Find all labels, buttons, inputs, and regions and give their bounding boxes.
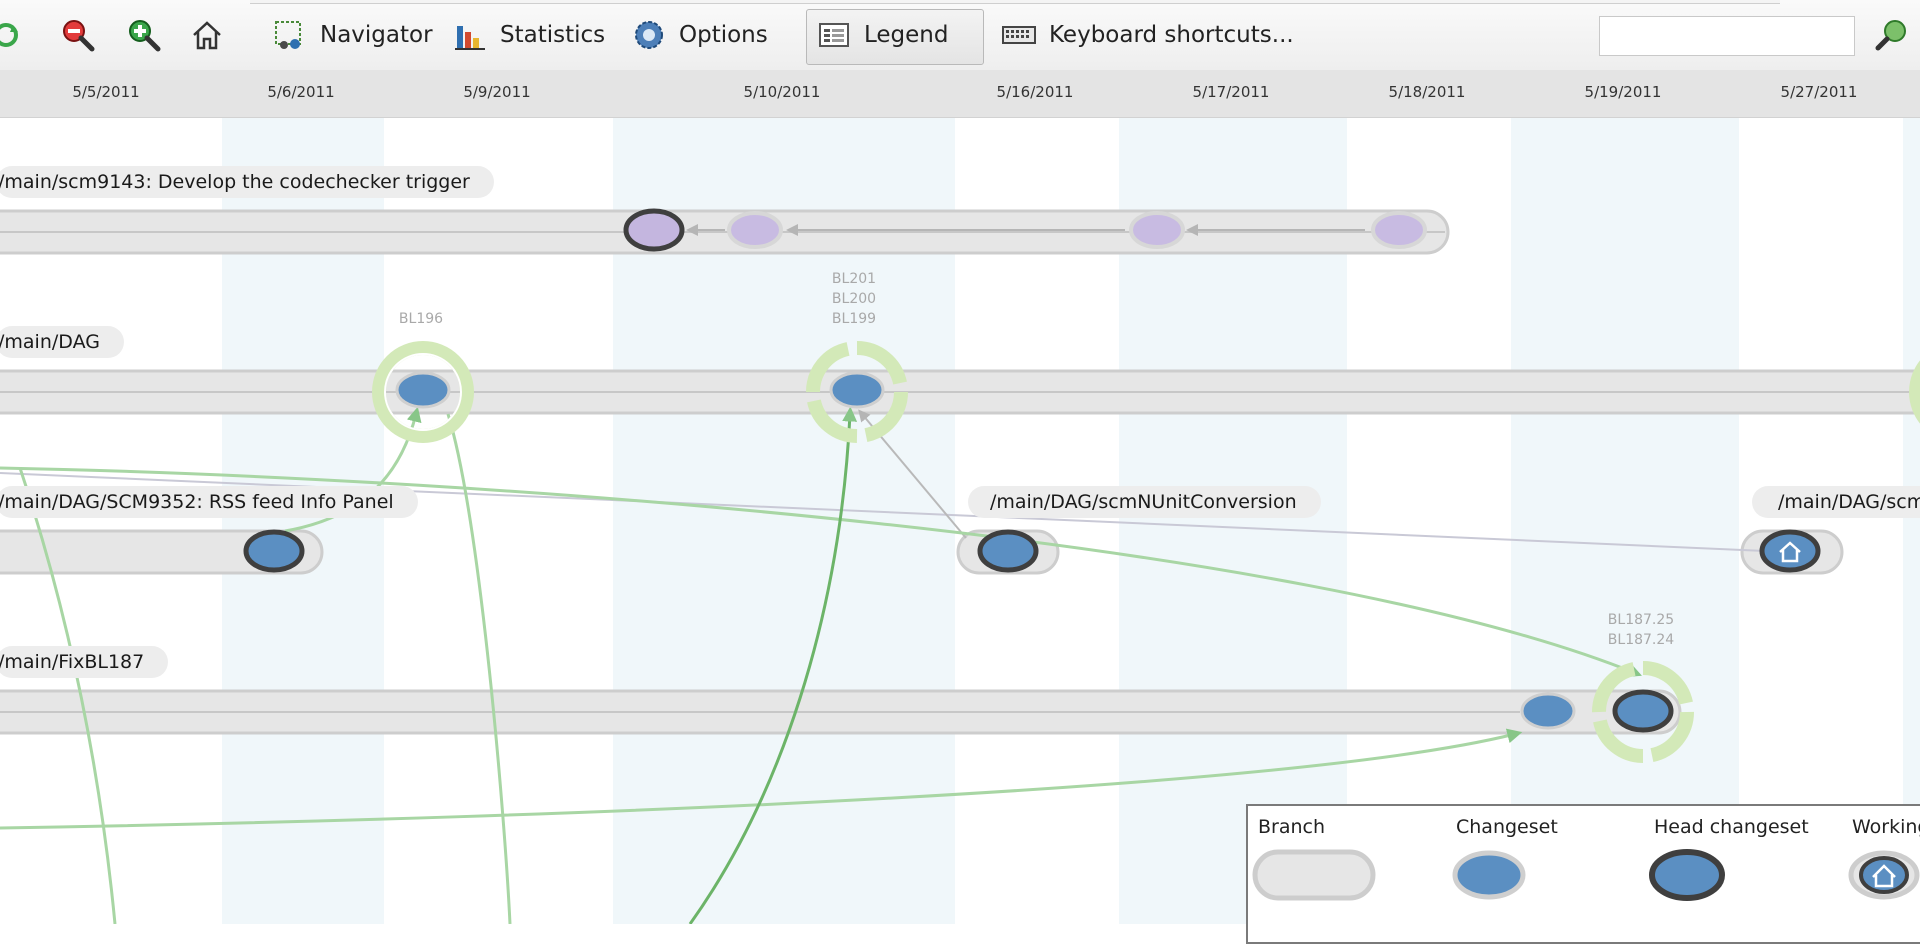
search-button[interactable]: [1872, 0, 1912, 70]
home-icon: [187, 15, 227, 55]
statistics-button[interactable]: Statistics: [450, 0, 605, 70]
navigator-icon: [270, 15, 310, 55]
branch-label-scm9143[interactable]: /main/scm9143: Develop the codechecker t…: [0, 166, 494, 198]
date-label: 5/27/2011: [1780, 83, 1858, 101]
changeset[interactable]: [829, 371, 885, 409]
home-button[interactable]: [187, 0, 227, 70]
changeset[interactable]: [727, 211, 783, 249]
merge-link-strong: [688, 406, 858, 924]
working-changeset[interactable]: [1759, 529, 1821, 573]
zoom-out-icon: [58, 15, 98, 55]
date-label: 5/6/2011: [267, 83, 335, 101]
branch-label-nunit[interactable]: /main/DAG/scmNUnitConversion: [968, 486, 1321, 518]
baseline-label: BL196: [398, 311, 444, 327]
navigator-label: Navigator: [320, 22, 433, 48]
keyboard-shortcuts-button[interactable]: Keyboard shortcuts...: [999, 0, 1294, 70]
date-label: 5/19/2011: [1584, 83, 1662, 101]
zoom-in-button[interactable]: [124, 0, 164, 70]
keyboard-shortcuts-label: Keyboard shortcuts...: [1049, 22, 1294, 48]
branch-label-dag[interactable]: /main/DAG: [0, 326, 124, 358]
refresh-icon: [0, 15, 26, 55]
changeset[interactable]: [395, 371, 451, 409]
head-changeset[interactable]: [243, 529, 305, 573]
date-header: 5/5/2011 5/6/2011 5/9/2011 5/10/2011 5/1…: [0, 70, 1920, 118]
branch-label-dag-scm[interactable]: /main/DAG/scm: [1752, 486, 1920, 518]
changeset[interactable]: [1129, 211, 1185, 249]
legend-swatches: [1252, 849, 1920, 901]
search-input[interactable]: [1599, 16, 1855, 56]
legend-head-changeset-swatch: [1649, 849, 1725, 901]
baseline-label: BL187.25 BL187.24: [1607, 612, 1675, 648]
toolbar: Navigator Statistics Options Legend Keyb…: [0, 0, 1920, 71]
changeset[interactable]: [1371, 211, 1427, 249]
branch-label-scm9352[interactable]: /main/DAG/SCM9352: RSS feed Info Panel: [0, 486, 418, 518]
branch-bar-dag[interactable]: [0, 369, 1920, 415]
refresh-button[interactable]: [0, 0, 26, 70]
legend-icon: [814, 15, 854, 55]
date-label: 5/18/2011: [1388, 83, 1466, 101]
date-label: 5/10/2011: [743, 83, 821, 101]
legend-panel: Branch Changeset Head changeset Working: [1246, 804, 1920, 944]
head-changeset[interactable]: [623, 208, 685, 252]
zoom-in-icon: [124, 15, 164, 55]
branch-label-fixbl187[interactable]: /main/FixBL187: [0, 646, 169, 678]
date-label: 5/5/2011: [72, 83, 140, 101]
head-changeset[interactable]: [977, 529, 1039, 573]
branch-bar-scm9143[interactable]: [0, 209, 1450, 255]
legend-changeset-swatch: [1452, 850, 1526, 900]
navigator-button[interactable]: Navigator: [270, 0, 433, 70]
legend-button[interactable]: Legend: [814, 0, 949, 70]
date-label: 5/9/2011: [463, 83, 531, 101]
statistics-icon: [450, 15, 490, 55]
branch-bar-fixbl187[interactable]: [0, 689, 1682, 735]
label-ring-edge[interactable]: [1909, 348, 1920, 436]
changeset[interactable]: [1520, 692, 1576, 730]
keyboard-icon: [999, 15, 1039, 55]
statistics-label: Statistics: [500, 22, 606, 48]
head-changeset[interactable]: [1612, 689, 1674, 733]
legend-label: Legend: [864, 22, 949, 48]
legend-working-swatch: [1848, 850, 1920, 900]
options-gear-icon: [629, 15, 669, 55]
date-label: 5/17/2011: [1192, 83, 1270, 101]
search-icon: [1872, 15, 1912, 55]
baseline-label: BL201 BL200 BL199: [831, 271, 877, 327]
legend-branch-swatch: [1252, 849, 1376, 901]
options-label: Options: [679, 22, 768, 48]
options-button[interactable]: Options: [629, 0, 768, 70]
date-label: 5/16/2011: [996, 83, 1074, 101]
zoom-out-button[interactable]: [58, 0, 98, 70]
